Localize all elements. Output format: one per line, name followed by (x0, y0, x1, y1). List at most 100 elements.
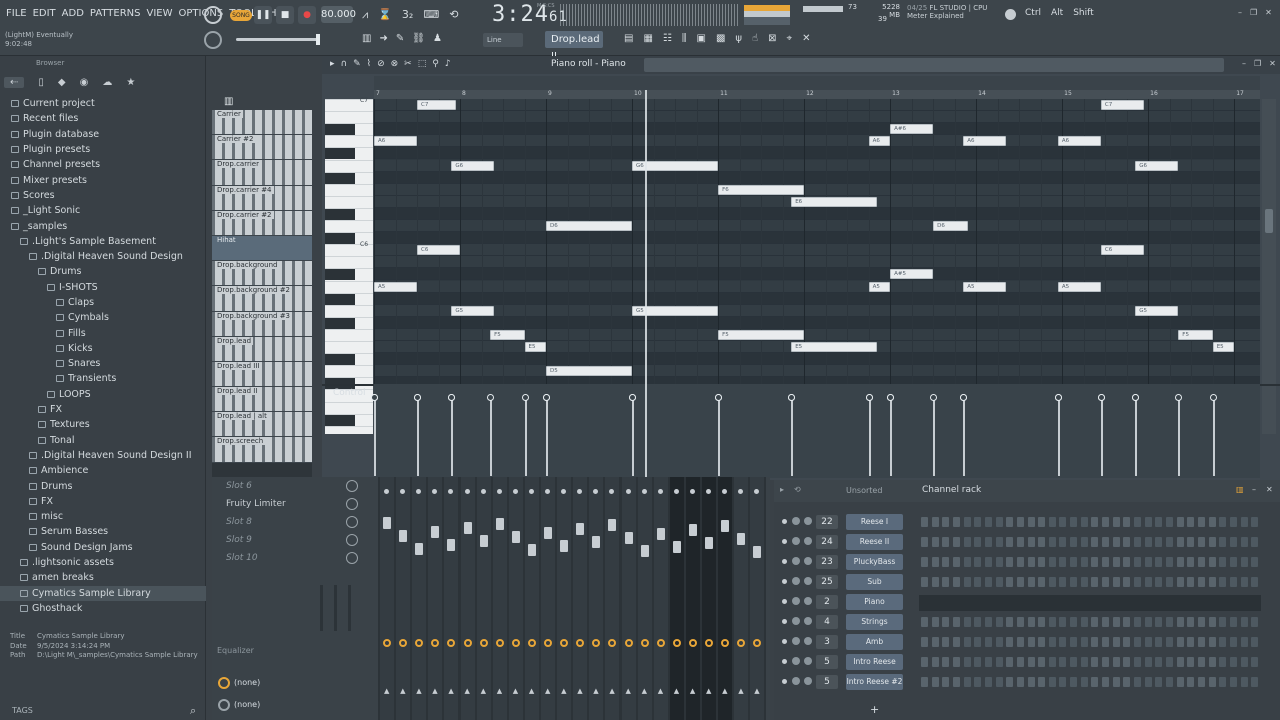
step-button[interactable] (1134, 517, 1141, 527)
step-button[interactable] (984, 637, 992, 647)
rack-undo-icon[interactable]: ⟲ (794, 485, 801, 494)
channel-pan-knob[interactable] (792, 577, 800, 585)
touch-icon[interactable]: ☝ (752, 33, 758, 44)
strip-pan-knob[interactable] (592, 639, 601, 647)
note[interactable]: F6 (718, 184, 805, 195)
step-button[interactable] (1006, 657, 1014, 667)
channel-pan-knob[interactable] (792, 597, 800, 605)
key-ctrl[interactable]: Ctrl (1025, 8, 1041, 18)
channel-mute-led[interactable] (782, 619, 787, 624)
strip-led[interactable] (480, 489, 486, 494)
step-button[interactable] (1091, 557, 1099, 567)
pr-magnet-icon[interactable]: ∩ (341, 59, 348, 69)
strip-route-icon[interactable]: ▲ (384, 687, 389, 695)
strip-pan-knob[interactable] (737, 639, 746, 647)
pr-zoom-icon[interactable]: ⚲ (432, 59, 439, 69)
strip-led[interactable] (400, 489, 406, 494)
velocity-lane[interactable] (371, 384, 1260, 478)
rack-menu-icon[interactable]: ▸ (780, 485, 784, 494)
strip-pan-knob[interactable] (527, 639, 536, 647)
step-button[interactable] (1229, 577, 1237, 587)
step-button[interactable] (1251, 577, 1259, 587)
step-button[interactable] (1165, 657, 1173, 667)
pattern-item[interactable]: Drop.carrier (212, 160, 312, 186)
playhead[interactable] (644, 90, 647, 478)
tab-global-icon[interactable]: ◉ (80, 77, 89, 88)
step-button[interactable] (1187, 577, 1195, 587)
step-button[interactable] (1006, 557, 1014, 567)
step-button[interactable] (1155, 677, 1163, 687)
strip-led[interactable] (706, 489, 711, 494)
pr-vertical-scroll-thumb[interactable] (1265, 209, 1273, 233)
close-icon[interactable]: ✕ (1265, 8, 1272, 17)
velocity-bar[interactable] (930, 394, 938, 476)
pr-pencil-icon[interactable]: ✎ (353, 59, 361, 69)
velocity-bar[interactable] (865, 394, 873, 476)
channel-vol-knob[interactable] (804, 537, 812, 545)
step-button[interactable] (1070, 517, 1078, 527)
channel-button[interactable]: Reese I (846, 514, 903, 530)
step-button[interactable] (921, 657, 928, 667)
step-button[interactable] (1038, 617, 1046, 627)
news-panel[interactable]: 04/25 FL STUDIO | CPU Meter Explained (907, 4, 987, 20)
mixer-strip[interactable]: ▲ (621, 477, 636, 720)
mixer-strip[interactable]: ▲ (573, 477, 588, 720)
step-button[interactable] (1048, 517, 1056, 527)
step-button[interactable] (931, 677, 939, 687)
pr-timeline[interactable]: 7 8 9 10 11 12 13 14 15 16 17 (374, 90, 1260, 99)
step-button[interactable] (1027, 657, 1035, 667)
step-button[interactable] (1155, 537, 1163, 547)
pattern-item[interactable]: Drop.background (212, 261, 312, 287)
step-button[interactable] (1048, 637, 1056, 647)
strip-fader[interactable] (463, 522, 472, 534)
browser-item[interactable]: Fills (0, 325, 206, 340)
step-button[interactable] (1123, 617, 1131, 627)
step-button[interactable] (942, 617, 950, 627)
menu-edit[interactable]: EDIT (33, 8, 56, 19)
strip-led[interactable] (609, 489, 615, 494)
step-button[interactable] (1134, 637, 1141, 647)
note[interactable]: A6 (868, 136, 891, 147)
browser-item[interactable]: FX (0, 494, 206, 509)
velocity-bar[interactable] (1132, 394, 1140, 476)
step-button[interactable] (1102, 517, 1110, 527)
channel-mixer-track[interactable]: 23 (816, 555, 838, 569)
step-button[interactable] (995, 637, 1003, 647)
step-button[interactable] (1102, 657, 1110, 667)
effect-slot[interactable]: Slot 6 (212, 477, 362, 495)
pr-playback-icon[interactable]: ♪ (445, 59, 451, 69)
note[interactable]: F5 (490, 329, 525, 340)
record-button[interactable]: ● (298, 6, 316, 24)
channel-button[interactable]: Piano (846, 594, 903, 610)
step-button[interactable] (1016, 517, 1024, 527)
browser-item[interactable]: Serum Basses (0, 524, 206, 539)
velocity-handle[interactable] (715, 394, 723, 401)
step-button[interactable] (984, 617, 992, 627)
step-button[interactable] (1080, 637, 1088, 647)
strip-led[interactable] (496, 489, 502, 494)
step-button[interactable] (952, 677, 960, 687)
channel-mixer-track[interactable]: 4 (816, 615, 838, 629)
step-button[interactable] (1144, 577, 1152, 587)
note[interactable]: C6 (417, 245, 460, 256)
channel-mute-led[interactable] (782, 639, 787, 644)
step-button[interactable] (974, 557, 982, 567)
mixer-strip[interactable]: ▲ (685, 477, 700, 720)
step-button[interactable] (995, 577, 1003, 587)
step-button[interactable] (1229, 517, 1237, 527)
step-button[interactable] (1176, 637, 1184, 647)
channel-button[interactable]: Strings (846, 614, 903, 630)
step-button[interactable] (1038, 637, 1046, 647)
step-button[interactable] (1155, 557, 1163, 567)
step-button[interactable] (1176, 537, 1184, 547)
plugin-picker-icon[interactable]: ▩ (716, 33, 725, 44)
step-button[interactable] (931, 577, 939, 587)
browser-item[interactable]: Drums (0, 264, 206, 279)
step-button[interactable] (1091, 537, 1099, 547)
note[interactable]: D6 (933, 221, 968, 231)
step-button[interactable] (1080, 537, 1088, 547)
strip-route-icon[interactable]: ▲ (642, 687, 647, 695)
step-button[interactable] (1219, 637, 1227, 647)
step-button[interactable] (974, 677, 982, 687)
step-button[interactable] (1208, 577, 1216, 587)
